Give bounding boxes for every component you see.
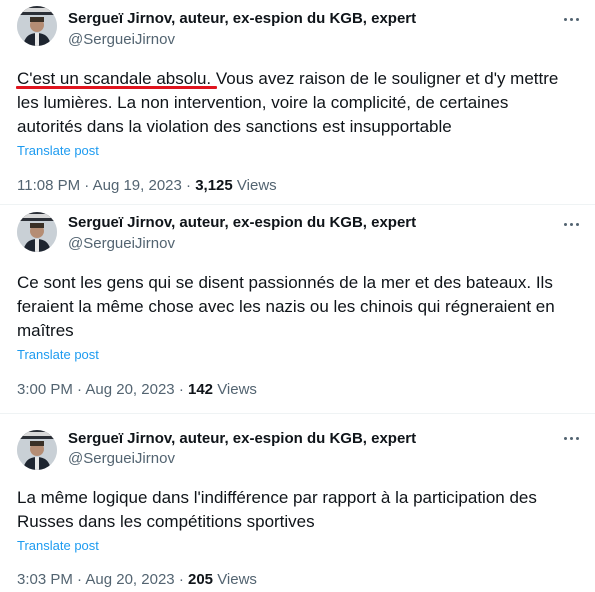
meta-separator: · bbox=[178, 571, 184, 588]
views-label: Views bbox=[217, 571, 257, 588]
post-meta: 11:08 PM · Aug 19, 2023 · 3,125 Views bbox=[17, 177, 277, 194]
meta-separator: · bbox=[77, 571, 83, 588]
meta-separator: · bbox=[84, 177, 90, 194]
post-text-line: autorités dans la violation des sanction… bbox=[17, 117, 452, 136]
more-options-icon[interactable] bbox=[561, 11, 581, 27]
more-options-icon[interactable] bbox=[561, 430, 581, 446]
translate-post-link[interactable]: Translate post bbox=[17, 347, 99, 362]
post-time[interactable]: 11:08 PM bbox=[17, 177, 80, 194]
display-name[interactable]: Sergueï Jirnov, auteur, ex-espion du KGB… bbox=[68, 430, 416, 447]
post-meta: 3:03 PM · Aug 20, 2023 · 205 Views bbox=[17, 571, 257, 588]
post[interactable]: Sergueï Jirnov, auteur, ex-espion du KGB… bbox=[0, 0, 595, 198]
post-date[interactable]: Aug 20, 2023 bbox=[85, 381, 174, 398]
views-label: Views bbox=[217, 381, 257, 398]
more-options-icon[interactable] bbox=[561, 216, 581, 232]
meta-separator: · bbox=[178, 381, 184, 398]
translate-post-link[interactable]: Translate post bbox=[17, 538, 99, 553]
post-text-line: maîtres bbox=[17, 321, 74, 340]
post-text-line: Ce sont les gens qui se disent passionné… bbox=[17, 273, 553, 292]
post-time[interactable]: 3:03 PM bbox=[17, 571, 73, 588]
post[interactable]: Sergueï Jirnov, auteur, ex-espion du KGB… bbox=[0, 205, 595, 405]
avatar-image bbox=[17, 212, 57, 252]
user-handle[interactable]: @SergueiJirnov bbox=[68, 235, 175, 252]
views-count[interactable]: 205 bbox=[188, 571, 213, 588]
avatar-image bbox=[17, 430, 57, 470]
post-text-line: les lumières. La non intervention, voire… bbox=[17, 93, 509, 112]
post-text-line: La même logique dans l'indifférence par … bbox=[17, 488, 537, 507]
post[interactable]: Sergueï Jirnov, auteur, ex-espion du KGB… bbox=[0, 414, 595, 592]
highlight-underline bbox=[16, 86, 217, 89]
post-text-line: Russes dans les compétitions sportives bbox=[17, 512, 315, 531]
views-count[interactable]: 3,125 bbox=[195, 177, 233, 194]
user-handle[interactable]: @SergueiJirnov bbox=[68, 31, 175, 48]
post-text: C'est un scandale absolu. Vous avez rais… bbox=[17, 67, 582, 139]
post-meta: 3:00 PM · Aug 20, 2023 · 142 Views bbox=[17, 381, 257, 398]
post-time[interactable]: 3:00 PM bbox=[17, 381, 73, 398]
post-text: La même logique dans l'indifférence par … bbox=[17, 486, 582, 534]
display-name[interactable]: Sergueï Jirnov, auteur, ex-espion du KGB… bbox=[68, 214, 416, 231]
avatar[interactable] bbox=[17, 6, 57, 46]
avatar-image bbox=[17, 6, 57, 46]
post-date[interactable]: Aug 19, 2023 bbox=[93, 177, 182, 194]
post-date[interactable]: Aug 20, 2023 bbox=[85, 571, 174, 588]
display-name[interactable]: Sergueï Jirnov, auteur, ex-espion du KGB… bbox=[68, 10, 416, 27]
meta-separator: · bbox=[186, 177, 192, 194]
avatar[interactable] bbox=[17, 430, 57, 470]
post-text: Ce sont les gens qui se disent passionné… bbox=[17, 271, 582, 343]
post-text-line: feraient la même chose avec les nazis ou… bbox=[17, 297, 555, 316]
meta-separator: · bbox=[77, 381, 83, 398]
views-label: Views bbox=[236, 177, 277, 194]
views-count[interactable]: 142 bbox=[188, 381, 213, 398]
translate-post-link[interactable]: Translate post bbox=[17, 143, 99, 158]
avatar[interactable] bbox=[17, 212, 57, 252]
user-handle[interactable]: @SergueiJirnov bbox=[68, 450, 175, 467]
